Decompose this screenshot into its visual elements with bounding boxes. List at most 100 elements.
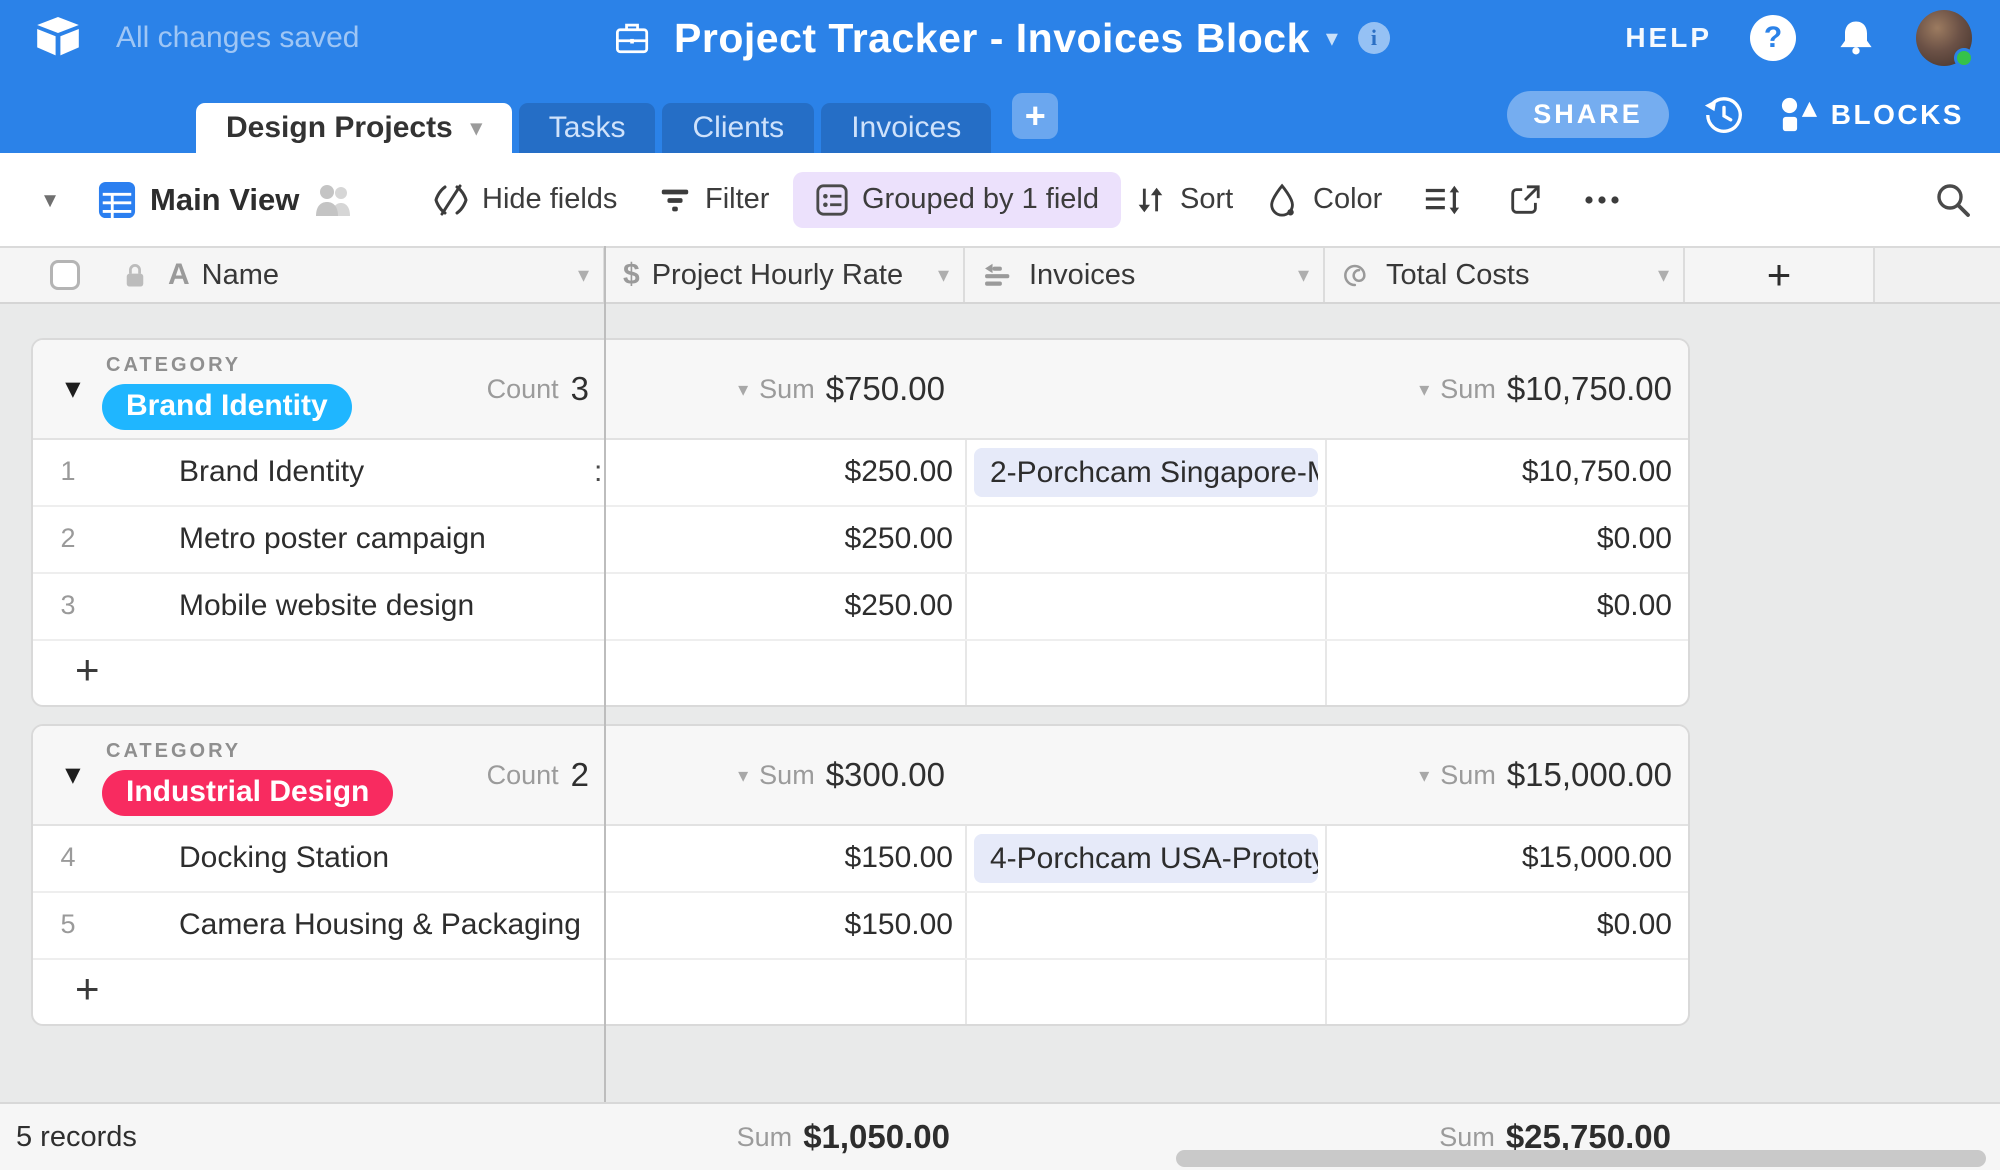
invoice-record-pill[interactable]: 4-Porchcam USA-Prototype — [974, 834, 1318, 883]
add-record-plus-icon[interactable]: + — [75, 641, 100, 699]
search-icon[interactable] — [1934, 181, 1972, 219]
filter-icon — [658, 183, 692, 217]
more-options-icon[interactable] — [1583, 194, 1623, 206]
horizontal-scrollbar[interactable] — [1176, 1150, 1986, 1167]
tab-clients[interactable]: Clients — [662, 103, 814, 153]
sort-button[interactable]: Sort — [1133, 183, 1233, 217]
summary-caret-icon[interactable]: ▾ — [1419, 377, 1429, 402]
cell-name[interactable]: Mobile website design — [179, 574, 474, 637]
collapse-group-icon[interactable]: ▼ — [60, 374, 86, 405]
currency-field-icon: $ — [623, 258, 640, 292]
frozen-column-divider[interactable] — [604, 246, 606, 1102]
group-button[interactable]: Grouped by 1 field — [793, 172, 1121, 228]
blocks-button[interactable]: BLOCKS — [1779, 96, 1964, 134]
invoice-record-pill[interactable]: 2-Porchcam Singapore-Mar — [974, 448, 1318, 497]
help-button[interactable]: HELP — [1625, 22, 1712, 54]
collaborators-icon[interactable] — [312, 182, 356, 218]
column-caret-icon[interactable]: ▾ — [938, 262, 949, 288]
summary-caret-icon[interactable]: ▾ — [1419, 763, 1429, 788]
grid-header-row: A Name ▾ $ Project Hourly Rate ▾ Invoice… — [0, 246, 2000, 304]
hide-fields-button[interactable]: Hide fields — [433, 182, 617, 218]
cell-name[interactable]: Brand Identity — [179, 440, 364, 503]
share-button[interactable]: SHARE — [1507, 91, 1669, 138]
cell-rate[interactable]: $150.00 — [605, 893, 953, 956]
tab-tasks[interactable]: Tasks — [519, 103, 656, 153]
table-row[interactable]: 1 Brand Identity : $250.00 2-Porchcam Si… — [33, 440, 1688, 507]
rate-column-summary[interactable]: Sum $1,050.00 — [605, 1104, 950, 1170]
history-icon[interactable] — [1703, 94, 1745, 136]
column-header-name[interactable]: A Name ▾ — [0, 248, 605, 302]
add-record-row[interactable]: + — [33, 641, 1688, 702]
group-rate-summary[interactable]: ▾ Sum $300.00 — [605, 726, 945, 824]
category-pill[interactable]: Brand Identity — [102, 384, 352, 430]
column-header-total-costs[interactable]: Total Costs ▾ — [1325, 248, 1685, 302]
column-caret-icon[interactable]: ▾ — [1298, 262, 1309, 288]
view-name[interactable]: Main View — [150, 182, 299, 218]
tab-invoices[interactable]: Invoices — [821, 103, 991, 153]
cell-name[interactable]: Camera Housing & Packaging — [179, 893, 581, 956]
top-bar: All changes saved Project Tracker - Invo… — [0, 0, 2000, 76]
filter-button[interactable]: Filter — [658, 183, 769, 217]
sort-label: Sort — [1180, 183, 1233, 216]
sort-icon — [1133, 183, 1167, 217]
cell-total[interactable]: $15,000.00 — [1325, 826, 1672, 889]
tab-caret-icon[interactable]: ▾ — [471, 115, 482, 141]
cell-invoices[interactable]: 4-Porchcam USA-Prototype — [974, 834, 1318, 883]
base-title-group[interactable]: Project Tracker - Invoices Block ▾ i — [610, 0, 1390, 76]
grid-view-icon[interactable] — [98, 181, 136, 219]
summary-caret-icon[interactable]: ▾ — [738, 763, 748, 788]
cell-total[interactable]: $0.00 — [1325, 507, 1672, 570]
cell-total[interactable]: $10,750.00 — [1325, 440, 1672, 503]
help-question-icon[interactable]: ? — [1750, 15, 1796, 61]
sum-value: $300.00 — [826, 756, 945, 794]
cell-invoices[interactable] — [974, 515, 1318, 564]
add-field-button[interactable]: + — [1685, 248, 1875, 302]
column-header-invoices[interactable]: Invoices ▾ — [965, 248, 1325, 302]
add-record-plus-icon[interactable]: + — [75, 960, 100, 1018]
save-status: All changes saved — [116, 0, 360, 76]
collapse-view-sidebar-icon[interactable]: ▾ — [44, 185, 56, 214]
airtable-logo-icon[interactable] — [34, 14, 82, 60]
add-table-button[interactable]: + — [1012, 93, 1058, 139]
table-row[interactable]: 4 Docking Station $150.00 4-Porchcam USA… — [33, 826, 1688, 893]
cell-invoices[interactable] — [974, 582, 1318, 631]
select-all-checkbox[interactable] — [50, 260, 80, 290]
color-button[interactable]: Color — [1266, 183, 1382, 217]
cell-name[interactable]: Metro poster campaign — [179, 507, 486, 570]
cell-invoices[interactable] — [974, 901, 1318, 950]
cell-invoices[interactable]: 2-Porchcam Singapore-Mar — [974, 448, 1318, 497]
table-row[interactable]: 3 Mobile website design $250.00 $0.00 — [33, 574, 1688, 641]
cell-rate[interactable]: $150.00 — [605, 826, 953, 889]
category-pill[interactable]: Industrial Design — [102, 770, 393, 816]
sum-label: Sum — [1439, 1122, 1495, 1153]
add-record-row[interactable]: + — [33, 960, 1688, 1021]
column-caret-icon[interactable]: ▾ — [1658, 262, 1669, 288]
cell-name[interactable]: Docking Station — [179, 826, 389, 889]
text-field-icon: A — [168, 258, 190, 292]
cell-rate[interactable]: $250.00 — [605, 507, 953, 570]
notifications-bell-icon[interactable] — [1834, 16, 1878, 60]
title-caret-icon[interactable]: ▾ — [1326, 24, 1338, 53]
sum-value: $1,050.00 — [803, 1118, 950, 1156]
row-height-icon[interactable] — [1423, 182, 1461, 218]
summary-caret-icon[interactable]: ▾ — [738, 377, 748, 402]
group-total-summary[interactable]: ▾ Sum $15,000.00 — [1325, 726, 1672, 824]
group-total-summary[interactable]: ▾ Sum $10,750.00 — [1325, 340, 1672, 438]
group-label: Grouped by 1 field — [862, 183, 1099, 216]
tab-design-projects[interactable]: Design Projects ▾ — [196, 103, 512, 153]
info-icon[interactable]: i — [1358, 22, 1390, 54]
cell-rate[interactable]: $250.00 — [605, 574, 953, 637]
cell-total[interactable]: $0.00 — [1325, 574, 1672, 637]
open-view-icon[interactable] — [1508, 183, 1542, 217]
table-row[interactable]: 5 Camera Housing & Packaging $150.00 $0.… — [33, 893, 1688, 960]
cell-rate[interactable]: $250.00 — [605, 440, 953, 503]
user-avatar[interactable] — [1916, 10, 1972, 66]
group-field-label: CATEGORY — [106, 354, 241, 377]
collapse-group-icon[interactable]: ▼ — [60, 760, 86, 791]
cell-total[interactable]: $0.00 — [1325, 893, 1672, 956]
table-row[interactable]: 2 Metro poster campaign $250.00 $0.00 — [33, 507, 1688, 574]
column-header-project-hourly-rate[interactable]: $ Project Hourly Rate ▾ — [605, 248, 965, 302]
column-caret-icon[interactable]: ▾ — [578, 262, 589, 288]
group-rate-summary[interactable]: ▾ Sum $750.00 — [605, 340, 945, 438]
column-label: Total Costs — [1386, 259, 1529, 292]
